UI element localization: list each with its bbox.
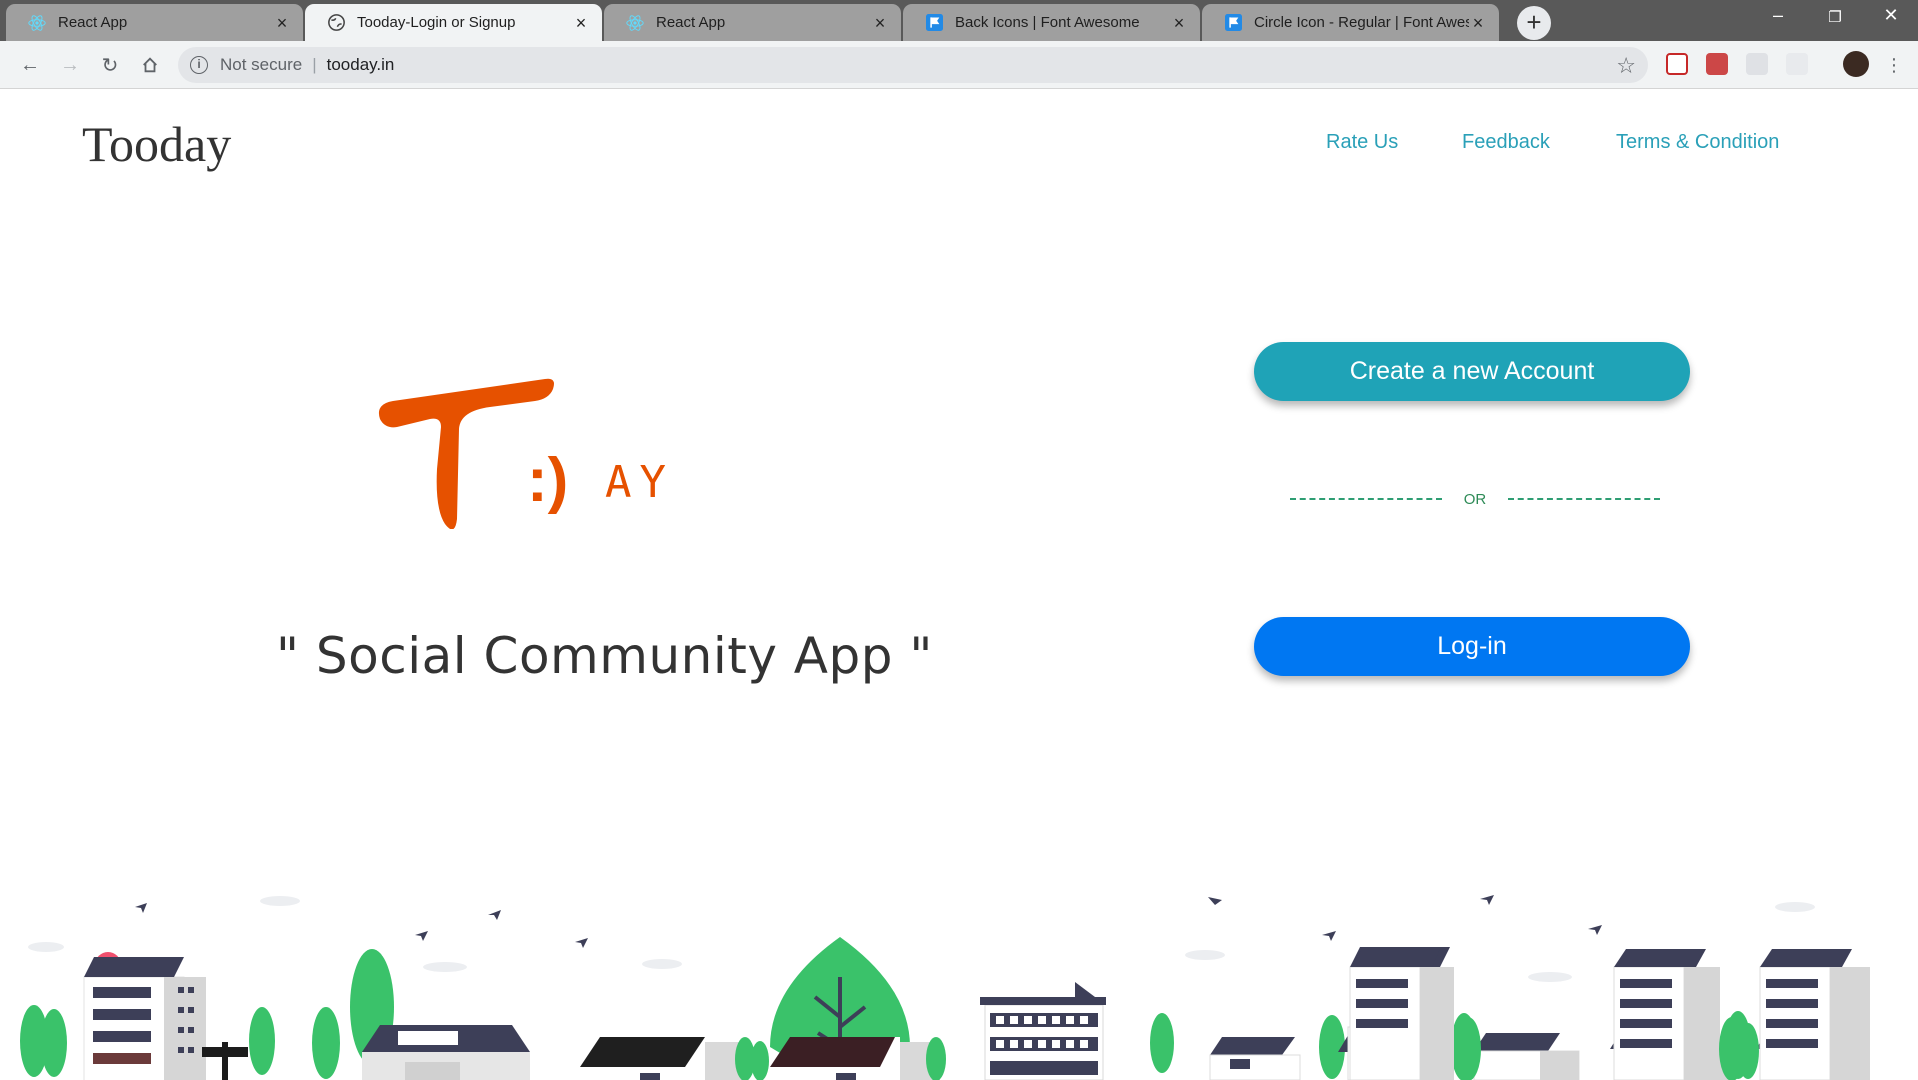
home-icon[interactable] <box>136 51 164 79</box>
nav-feedback[interactable]: Feedback <box>1462 131 1550 154</box>
minimize-icon[interactable]: – <box>1763 5 1793 26</box>
garage-house <box>362 1025 530 1080</box>
page-content: Tooday Rate Us Feedback Terms & Conditio… <box>0 89 1918 1080</box>
address-bar[interactable]: i Not secure | tooday.in ☆ <box>178 47 1648 83</box>
close-icon[interactable]: × <box>572 14 590 32</box>
forward-arrow-icon[interactable]: → <box>56 51 84 79</box>
towers-right <box>1349 947 1870 1080</box>
close-window-icon[interactable]: ✕ <box>1876 5 1906 26</box>
close-icon[interactable]: × <box>871 14 889 32</box>
trees-left <box>20 949 394 1079</box>
restore-icon[interactable]: ❐ <box>1820 8 1850 26</box>
tab-react-app-1[interactable]: React App × <box>6 4 303 41</box>
reload-icon[interactable]: ↻ <box>96 51 124 79</box>
address-separator: | <box>312 55 317 74</box>
create-account-button[interactable]: Create a new Account <box>1254 342 1690 401</box>
tab-back-icons[interactable]: Back Icons | Font Awesome × <box>903 4 1200 41</box>
apartment-block <box>980 982 1106 1080</box>
flag-icon <box>925 14 943 32</box>
close-icon[interactable]: × <box>1170 14 1188 32</box>
new-tab-button[interactable]: + <box>1517 6 1551 40</box>
security-label: Not secure <box>220 55 303 74</box>
tagline: " Social Community App " <box>276 627 933 685</box>
logo-suffix-text: AY <box>605 457 674 508</box>
login-button[interactable]: Log-in <box>1254 617 1690 676</box>
close-icon[interactable]: × <box>273 14 291 32</box>
logo-face-text: :) <box>527 446 568 515</box>
dashed-line-left <box>1290 498 1442 500</box>
tooday-logo: :) AY <box>378 378 674 529</box>
dashed-line-right <box>1508 498 1660 500</box>
browser-toolbar: ← → ↻ i Not secure | tooday.in ☆ ⋮ <box>0 41 1918 89</box>
globe-icon <box>327 14 345 32</box>
react-icon <box>626 14 644 32</box>
clouds <box>28 896 1815 982</box>
tab-tooday-login[interactable]: Tooday-Login or Signup × <box>305 4 602 41</box>
back-arrow-icon[interactable]: ← <box>16 51 44 79</box>
pocket-extension-icon[interactable] <box>1666 53 1688 75</box>
or-divider: OR <box>1290 487 1660 511</box>
flag-icon <box>1224 14 1242 32</box>
tab-react-app-2[interactable]: React App × <box>604 4 901 41</box>
tab-title: React App <box>656 14 726 31</box>
react-icon <box>28 14 46 32</box>
nav-terms[interactable]: Terms & Condition <box>1616 131 1779 154</box>
signpost <box>202 1042 248 1080</box>
nav-rate-us[interactable]: Rate Us <box>1326 131 1398 154</box>
brand-logo-text[interactable]: Tooday <box>82 115 231 173</box>
tab-title: Back Icons | Font Awesome <box>955 14 1140 31</box>
url-text: tooday.in <box>326 55 395 74</box>
kebab-menu-icon[interactable]: ⋮ <box>1880 51 1908 79</box>
or-label: OR <box>1463 490 1487 508</box>
profile-avatar[interactable] <box>1843 51 1869 77</box>
building-left-tower <box>83 957 206 1080</box>
close-icon[interactable]: × <box>1469 14 1487 32</box>
extension-icon[interactable] <box>1786 53 1808 75</box>
browser-tab-strip: React App × Tooday-Login or Signup × Rea… <box>0 0 1918 41</box>
city-illustration <box>20 895 1870 1080</box>
pdf-extension-icon[interactable] <box>1706 53 1728 75</box>
tab-circle-icon[interactable]: Circle Icon - Regular | Font Awesome × <box>1202 4 1499 41</box>
bookmark-star-icon[interactable]: ☆ <box>1616 53 1636 79</box>
tab-title: React App <box>58 14 128 31</box>
react-devtools-extension-icon[interactable] <box>1746 53 1768 75</box>
tab-title: Tooday-Login or Signup <box>357 14 516 31</box>
birds <box>135 895 1602 948</box>
info-icon[interactable]: i <box>190 56 208 74</box>
tab-title: Circle Icon - Regular | Font Awesome <box>1254 14 1469 31</box>
